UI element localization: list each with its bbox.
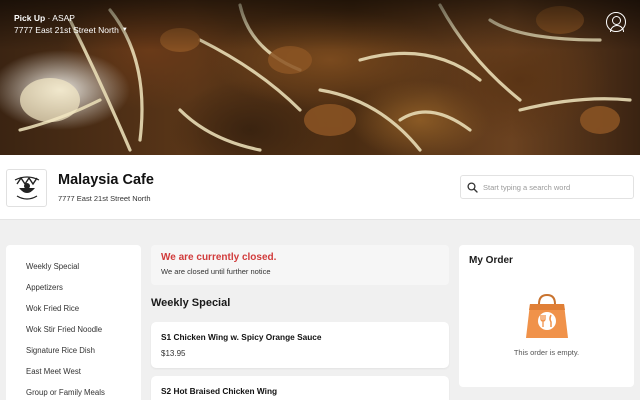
sidebar-item-group-family-meals[interactable]: Group or Family Meals (26, 388, 105, 397)
closed-title: We are currently closed. (161, 252, 277, 263)
menu-item-price: $13.95 (161, 349, 186, 358)
restaurant-name: Malaysia Cafe (58, 172, 154, 188)
closed-subtitle: We are closed until further notice (161, 267, 271, 276)
search-box[interactable] (460, 175, 634, 199)
menu-item-card[interactable]: S2 Hot Braised Chicken Wing (151, 376, 449, 400)
sidebar-item-wok-stir-fried-noodle[interactable]: Wok Stir Fried Noodle (26, 325, 102, 334)
sidebar-item-weekly-special[interactable]: Weekly Special (26, 262, 79, 271)
pickup-timing: ASAP (52, 13, 75, 23)
menu-item-name: S2 Hot Braised Chicken Wing (161, 386, 278, 396)
caret-down-icon: ▼ (121, 27, 128, 33)
order-panel: My Order This order is empty. (459, 245, 634, 387)
hero-banner: Pick Up · ASAP 7777 East 21st Street Nor… (0, 0, 640, 155)
pickup-address: 7777 East 21st Street North (14, 25, 119, 35)
sidebar-item-appetizers[interactable]: Appetizers (26, 283, 63, 292)
closed-notice: We are currently closed. We are closed u… (151, 245, 449, 285)
restaurant-logo (6, 169, 47, 207)
search-icon (461, 181, 483, 193)
category-sidebar: Weekly Special Appetizers Wok Fried Rice… (6, 245, 141, 400)
menu-item-card[interactable]: S1 Chicken Wing w. Spicy Orange Sauce $1… (151, 322, 449, 368)
menu-item-name: S1 Chicken Wing w. Spicy Orange Sauce (161, 332, 322, 342)
pickup-mode: Pick Up (14, 13, 46, 23)
section-title: Weekly Special (151, 297, 231, 309)
shopping-bag-icon (524, 292, 570, 345)
sidebar-item-wok-fried-rice[interactable]: Wok Fried Rice (26, 304, 79, 313)
search-input[interactable] (483, 182, 623, 192)
user-profile-icon[interactable] (606, 12, 626, 32)
restaurant-header: Malaysia Cafe 7777 East 21st Street Nort… (0, 155, 640, 220)
order-title: My Order (469, 255, 513, 266)
pickup-selector[interactable]: Pick Up · ASAP 7777 East 21st Street Nor… (14, 12, 128, 36)
restaurant-address: 7777 East 21st Street North (58, 194, 151, 203)
sidebar-item-east-meet-west[interactable]: East Meet West (26, 367, 81, 376)
sidebar-item-signature-rice-dish[interactable]: Signature Rice Dish (26, 346, 95, 355)
order-empty-message: This order is empty. (513, 348, 580, 357)
